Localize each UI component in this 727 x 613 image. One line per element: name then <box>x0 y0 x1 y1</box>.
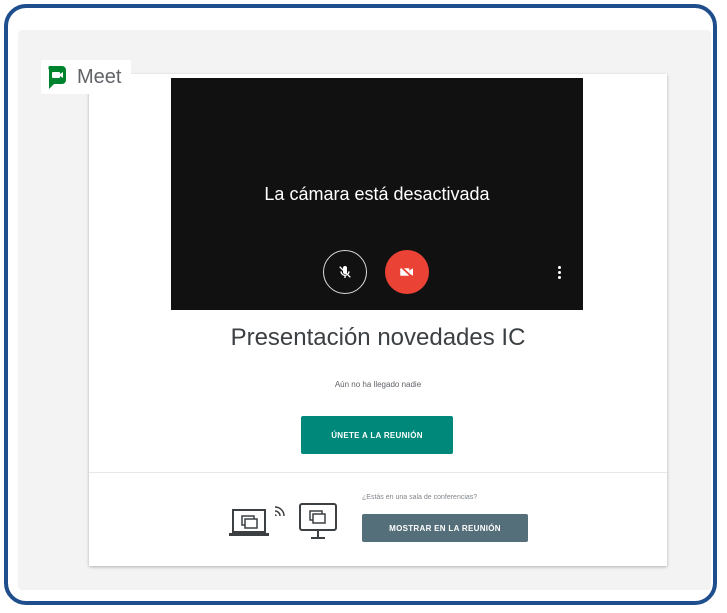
more-dot <box>557 270 561 274</box>
camera-preview: La cámara está desactivada <box>171 78 583 310</box>
camera-toggle-button[interactable] <box>385 250 429 294</box>
laptop-icon <box>229 509 269 536</box>
more-options-button[interactable] <box>554 262 564 282</box>
meet-page: La cámara está desactivada Presentación … <box>18 30 711 590</box>
camera-off-icon <box>399 265 414 279</box>
preview-card: La cámara está desactivada Presentación … <box>89 74 667 566</box>
cast-signal-icon <box>274 506 285 516</box>
join-meeting-button[interactable]: ÚNETE A LA REUNIÓN <box>301 416 453 454</box>
camera-off-message: La cámara está desactivada <box>264 184 490 204</box>
section-divider <box>89 472 667 473</box>
more-dot <box>557 265 561 269</box>
meet-logo: Meet <box>41 60 132 94</box>
meeting-title: Presentación novedades IC <box>230 324 526 351</box>
outer-frame: La cámara está desactivada Presentación … <box>4 4 717 605</box>
mic-off-icon <box>339 266 351 278</box>
conference-room-question: ¿Estás en una sala de conferencias? <box>362 494 478 501</box>
tv-screen-icon <box>299 503 337 539</box>
google-meet-icon <box>48 66 66 89</box>
more-dot <box>557 275 561 279</box>
mic-toggle-button[interactable] <box>323 250 367 294</box>
app-name: Meet <box>77 65 122 88</box>
meeting-status: Aún no ha llegado nadie <box>334 380 422 389</box>
present-in-meeting-button[interactable]: MOSTRAR EN LA REUNIÓN <box>362 514 528 542</box>
